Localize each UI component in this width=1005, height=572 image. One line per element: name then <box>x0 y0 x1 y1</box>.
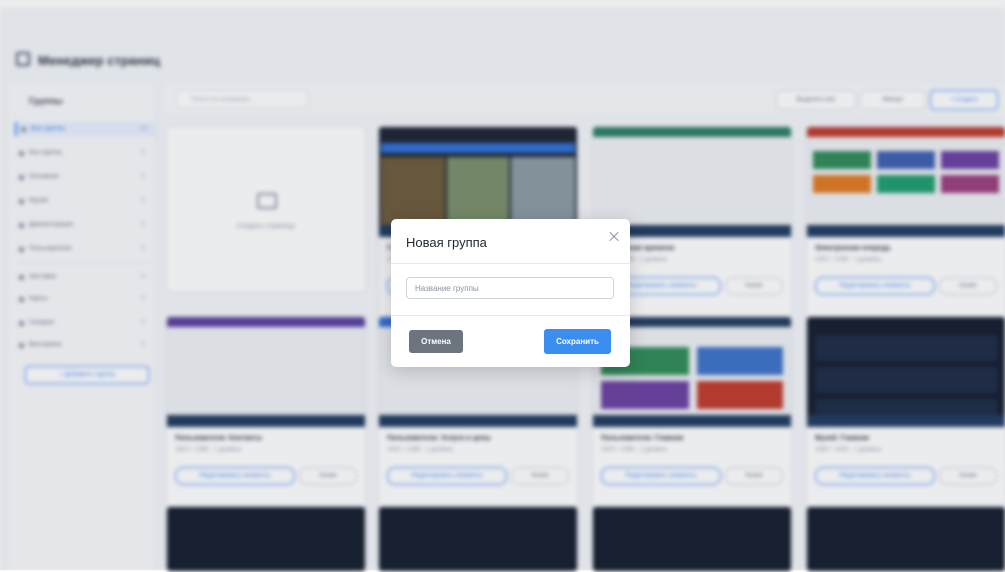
dialog-title: Новая группа <box>406 235 487 250</box>
dialog-header-divider <box>391 263 630 264</box>
new-group-dialog: Новая группа Отмена Сохранить <box>391 219 630 367</box>
group-name-input[interactable] <box>406 277 614 299</box>
save-button[interactable]: Сохранить <box>544 329 611 354</box>
cancel-button[interactable]: Отмена <box>409 330 463 353</box>
dialog-footer-divider <box>391 315 630 316</box>
close-icon[interactable] <box>605 228 623 246</box>
